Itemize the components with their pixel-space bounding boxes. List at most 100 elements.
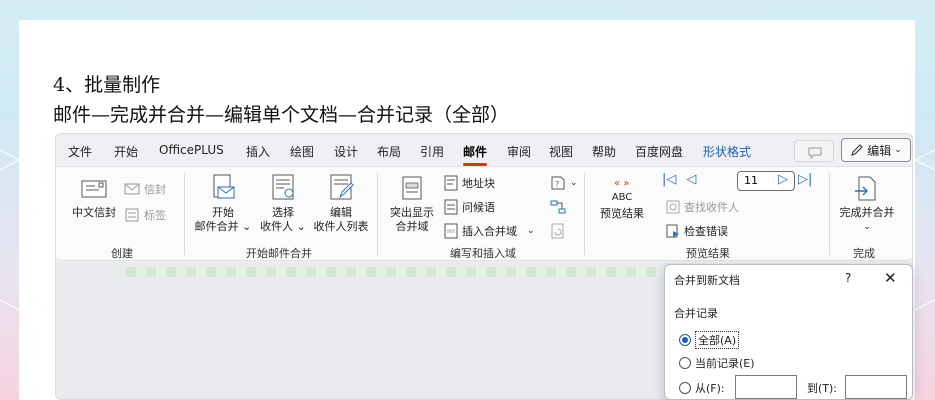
start-mail-merge-button[interactable]: 开始 邮件合并 ⌄ (192, 173, 254, 234)
rules-button[interactable]: ? ⌄ (550, 175, 578, 191)
close-icon[interactable]: ✕ (884, 269, 897, 287)
address-block-button[interactable]: 地址块 (444, 175, 495, 191)
update-labels-icon (551, 223, 564, 239)
chinese-envelope-button[interactable]: 中文信封 (66, 177, 122, 220)
document-page-edge (126, 267, 666, 277)
page-heading: 4、批量制作 (53, 74, 161, 96)
last-record-icon[interactable]: ▷| (798, 172, 812, 187)
group-label-start-merge: 开始邮件合并 (246, 247, 312, 260)
tab-shape-format[interactable]: 形状格式 (703, 143, 751, 160)
finish-merge-icon (855, 176, 876, 201)
group-label-preview: 预览结果 (686, 247, 730, 260)
radio-from-label: 从(F): (695, 382, 725, 395)
chinese-envelope-icon (81, 180, 107, 198)
find-recipient-label: 查找收件人 (684, 201, 739, 214)
labels-icon (125, 208, 139, 222)
tab-view[interactable]: 视图 (549, 143, 573, 160)
edit-list-icon (330, 174, 354, 200)
envelope-label: 信封 (144, 183, 166, 196)
check-errors-button[interactable]: 检查错误 (666, 223, 728, 239)
find-recipient-button[interactable]: 查找收件人 (666, 199, 739, 215)
labels-button[interactable]: 标签 (124, 207, 166, 223)
select-recipients-icon (272, 174, 294, 200)
to-record-field[interactable] (845, 375, 907, 399)
svg-text:?: ? (555, 180, 559, 189)
edit-mode-label: 编辑 (867, 143, 892, 158)
select-recipients-line1: 选择 (272, 206, 294, 219)
chevron-down-icon: ⌄ (863, 222, 871, 232)
edit-mode-button[interactable]: 编辑 ⌄ (841, 138, 911, 162)
labels-label: 标签 (144, 209, 166, 222)
group-separator (184, 173, 185, 255)
edit-recipient-list-button[interactable]: 编辑 收件人列表 (312, 173, 370, 234)
group-label-write-insert: 编写和插入域 (450, 247, 516, 260)
preview-results-label: 预览结果 (600, 207, 644, 220)
mail-merge-icon (213, 174, 235, 199)
radio-current-indicator (679, 357, 691, 369)
tab-mailings[interactable]: 邮件 (463, 143, 488, 166)
tab-draw[interactable]: 绘图 (290, 143, 314, 160)
match-fields-button[interactable] (550, 199, 566, 215)
radio-from-indicator (679, 382, 691, 394)
radio-all-indicator (679, 334, 691, 346)
insert-field-icon (444, 223, 458, 239)
update-labels-button[interactable] (550, 223, 566, 239)
group-separator (829, 173, 830, 255)
tab-insert[interactable]: 插入 (246, 143, 270, 160)
highlight-line1: 突出显示 (390, 206, 434, 219)
radio-all-records[interactable]: 全部(A) (679, 331, 740, 349)
chevron-down-icon: ⌄ (527, 226, 535, 236)
radio-from-range[interactable]: 从(F): (679, 380, 725, 396)
preview-results-button[interactable]: « » ABC 预览结果 (594, 175, 650, 221)
record-nav-right: ▷ ▷| (778, 172, 812, 187)
page-subheading: 邮件—完成并合并—编辑单个文档—合并记录（全部） (53, 104, 510, 126)
next-record-icon[interactable]: ▷ (778, 172, 788, 187)
greeting-line-button[interactable]: 问候语 (444, 199, 495, 215)
envelope-button[interactable]: 信封 (124, 181, 166, 197)
finish-merge-label: 完成并合并 (839, 206, 895, 219)
group-label-finish: 完成 (853, 247, 875, 260)
highlight-merge-fields-button[interactable]: 突出显示 合并域 (384, 175, 440, 234)
previous-record-icon[interactable]: ◁ (686, 172, 696, 187)
tab-home[interactable]: 开始 (114, 143, 138, 160)
tab-help[interactable]: 帮助 (592, 143, 616, 160)
greeting-line-icon (444, 199, 458, 215)
tab-references[interactable]: 引用 (420, 143, 444, 160)
comment-icon (808, 147, 822, 160)
edit-list-line1: 编辑 (330, 206, 352, 219)
chevron-down-icon: ⌄ (894, 145, 902, 155)
highlight-fields-icon (402, 176, 422, 200)
tab-review[interactable]: 审阅 (507, 143, 531, 160)
radio-current-record[interactable]: 当前记录(E) (679, 355, 755, 371)
record-nav-left: |◁ ◁ (662, 172, 696, 187)
svg-text:« »: « » (614, 178, 629, 189)
finish-merge-button[interactable]: 完成并合并 ⌄ (834, 175, 900, 234)
radio-current-label: 当前记录(E) (695, 357, 755, 370)
tab-baidu-netdisk[interactable]: 百度网盘 (635, 143, 683, 160)
tab-officeplus[interactable]: OfficePLUS (159, 143, 224, 157)
tab-layout[interactable]: 布局 (377, 143, 401, 160)
comment-button[interactable] (794, 140, 834, 162)
start-merge-line1: 开始 (212, 206, 234, 219)
first-record-icon[interactable]: |◁ (662, 172, 676, 187)
chevron-down-icon: ⌄ (570, 178, 578, 188)
select-recipients-button[interactable]: 选择 收件人 ⌄ (256, 173, 310, 234)
radio-all-label: 全部(A) (695, 331, 740, 349)
ribbon-tabs: 文件 开始 OfficePLUS 插入 绘图 设计 布局 引用 邮件 审阅 视图… (56, 134, 912, 166)
tab-design[interactable]: 设计 (334, 143, 358, 160)
tab-file[interactable]: 文件 (68, 143, 92, 160)
highlight-line2: 合并域 (395, 220, 429, 233)
abc-icon-text: ABC (611, 192, 633, 203)
ribbon-mailings: 中文信封 信封 标签 创建 开始 邮件合并 ⌄ 选择 收件人 ⌄ 编辑 收件人列… (56, 166, 912, 261)
dialog-title: 合并到新文档 (674, 274, 740, 287)
help-icon[interactable]: ? (845, 271, 851, 285)
insert-merge-field-button[interactable]: 插入合并域 ⌄ (444, 223, 535, 239)
pencil-icon (851, 144, 863, 156)
from-record-field[interactable] (735, 375, 797, 399)
group-separator (377, 173, 378, 255)
group-separator (584, 173, 585, 255)
chinese-envelope-label: 中文信封 (72, 206, 116, 219)
select-recipients-line2: 收件人 ⌄ (260, 220, 306, 233)
to-label: 到(T): (807, 382, 838, 395)
group-label-create: 创建 (111, 247, 133, 260)
